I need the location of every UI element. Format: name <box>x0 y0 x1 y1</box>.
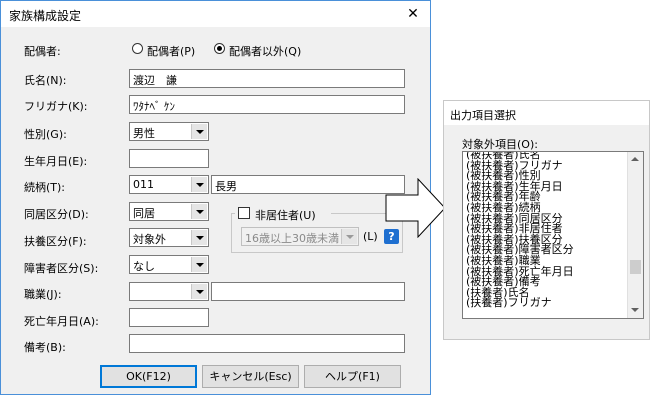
close-icon[interactable]: ✕ <box>399 3 427 25</box>
disability-label: 障害者区分(S): <box>24 262 99 275</box>
list-item[interactable]: (扶養者)フリガナ <box>466 297 552 308</box>
birth-label: 生年月日(E): <box>24 155 88 168</box>
gender-label: 性別(G): <box>24 128 67 141</box>
furigana-label: フリガナ(K): <box>24 100 88 113</box>
relation-code-value: 011 <box>133 178 154 191</box>
excluded-items-list[interactable]: (被扶養者)氏名 (被扶養者)フリガナ (被扶養者)性別 (被扶養者)生年月日 (被扶養… <box>462 151 644 319</box>
nonresident-shortcut-label: (L) <box>363 230 378 243</box>
nonresident-label[interactable]: 非居住者(U) <box>255 207 316 223</box>
chevron-down-icon[interactable] <box>341 229 357 244</box>
output-items-panel: 出力項目選択 対象外項目(O): (被扶養者)氏名 (被扶養者)フリガナ (被扶養者… <box>443 100 650 340</box>
spouse-radio-label[interactable]: 配偶者(P) <box>147 43 195 59</box>
dialog-titlebar[interactable]: 家族構成設定 ✕ <box>1 1 430 27</box>
spouse-radio[interactable] <box>132 43 143 54</box>
excluded-items-label: 対象外項目(O): <box>462 138 538 151</box>
scroll-down-icon[interactable] <box>631 308 639 312</box>
nonresident-checkbox[interactable] <box>238 207 250 219</box>
non-spouse-radio[interactable] <box>214 43 225 54</box>
help-button[interactable]: ヘルプ(F1) <box>304 365 401 388</box>
ok-button[interactable]: OK(F12) <box>100 365 197 388</box>
gender-select[interactable]: 男性 <box>129 122 209 141</box>
cohabit-value: 同居 <box>133 207 155 220</box>
job-label: 職業(J): <box>24 288 62 301</box>
relation-label: 続柄(T): <box>24 181 66 194</box>
scroll-up-icon[interactable] <box>631 157 639 161</box>
note-label: 備考(B): <box>24 341 66 354</box>
family-settings-dialog: 家族構成設定 ✕ 配偶者: 配偶者(P) 配偶者以外(Q) 氏名(N): 渡辺 … <box>0 0 431 395</box>
nonresident-age-select[interactable]: 16歳以上30歳未満 <box>241 227 359 246</box>
furigana-field[interactable]: ﾜﾀﾅﾍﾞ ｹﾝ <box>129 95 405 114</box>
job-text-field[interactable] <box>211 282 405 301</box>
arrow-right-icon <box>385 178 446 238</box>
relation-text-field[interactable]: 長男 <box>211 175 405 194</box>
chevron-down-icon[interactable] <box>191 177 207 192</box>
death-date-label: 死亡年月日(A): <box>24 315 99 328</box>
chevron-down-icon[interactable] <box>191 204 207 219</box>
panel-title: 出力項目選択 <box>450 109 516 122</box>
non-spouse-radio-label[interactable]: 配偶者以外(Q) <box>229 43 301 59</box>
cancel-button[interactable]: キャンセル(Esc) <box>202 365 299 388</box>
chevron-down-icon[interactable] <box>191 124 207 139</box>
cohabit-select[interactable]: 同居 <box>129 202 209 221</box>
disability-value: なし <box>133 260 155 273</box>
name-label: 氏名(N): <box>24 74 67 87</box>
cohabit-label: 同居区分(D): <box>24 208 89 221</box>
death-date-field[interactable] <box>129 308 209 327</box>
dependent-select[interactable]: 対象外 <box>129 228 209 247</box>
note-field[interactable] <box>129 334 405 353</box>
spouse-label: 配偶者: <box>24 45 61 58</box>
scrollbar-thumb[interactable] <box>630 260 641 274</box>
chevron-down-icon[interactable] <box>191 230 207 245</box>
chevron-down-icon[interactable] <box>191 257 207 272</box>
gender-value: 男性 <box>133 127 155 140</box>
name-field[interactable]: 渡辺 謙 <box>129 69 405 88</box>
relation-code-select[interactable]: 011 <box>129 175 209 194</box>
nonresident-age-value: 16歳以上30歳未満 <box>245 232 339 245</box>
job-code-select[interactable] <box>129 282 209 301</box>
dependent-value: 対象外 <box>133 233 166 246</box>
birth-date-field[interactable] <box>129 149 209 168</box>
disability-select[interactable]: なし <box>129 255 209 274</box>
dependent-label: 扶養区分(F): <box>24 235 87 248</box>
panel-titlebar: 出力項目選択 <box>444 101 649 125</box>
dialog-title: 家族構成設定 <box>9 9 82 23</box>
chevron-down-icon[interactable] <box>191 284 207 299</box>
list-scrollbar[interactable] <box>627 152 643 318</box>
